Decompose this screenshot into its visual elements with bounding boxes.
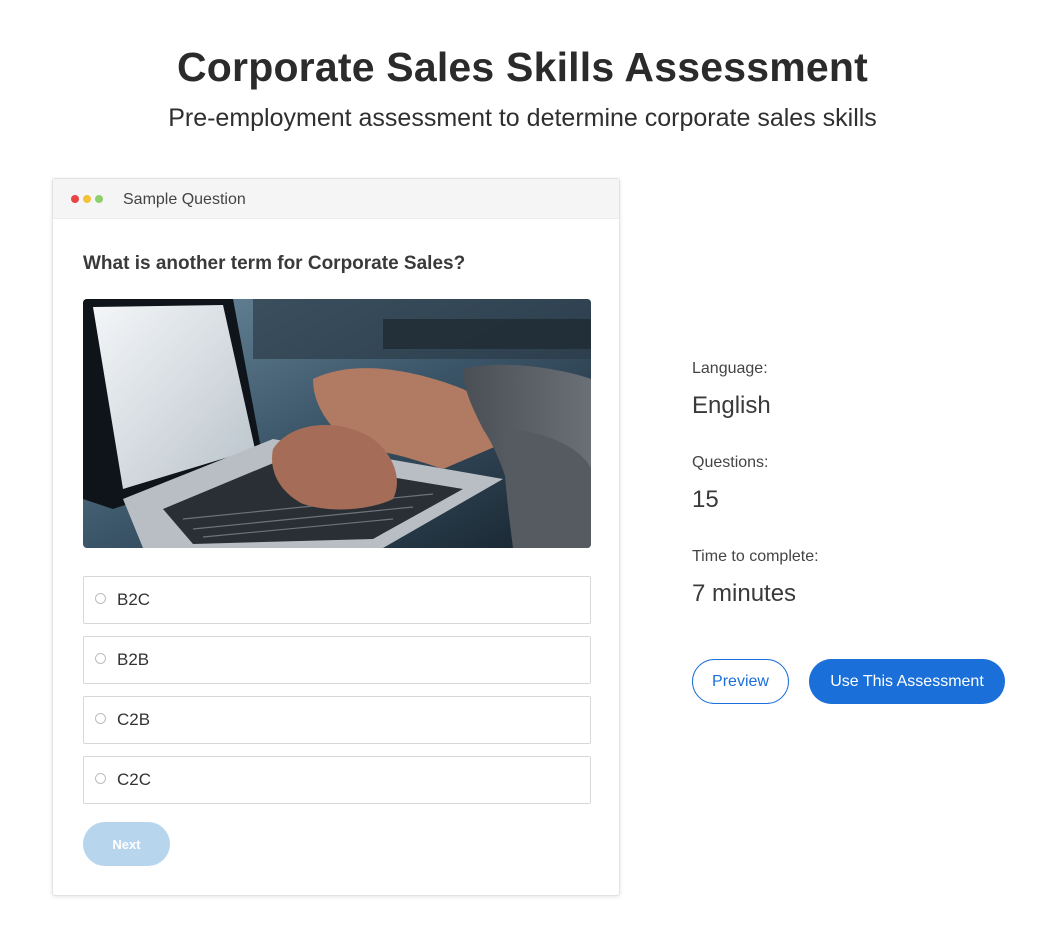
questions-label: Questions: — [692, 454, 769, 471]
questions-value: 15 — [692, 486, 719, 513]
answer-option-label: C2B — [117, 710, 151, 729]
radio-icon[interactable] — [95, 713, 106, 724]
next-button[interactable]: Next — [83, 822, 170, 866]
radio-icon[interactable] — [95, 773, 106, 784]
answer-option-b2c[interactable]: B2C — [83, 576, 591, 624]
window-dot-yellow-icon — [83, 195, 91, 203]
preview-button[interactable]: Preview — [692, 659, 789, 704]
laptop-typing-image — [83, 299, 591, 548]
page-subtitle: Pre-employment assessment to determine c… — [168, 104, 877, 132]
window-dot-green-icon — [95, 195, 103, 203]
window-dot-red-icon — [71, 195, 79, 203]
answer-option-label: C2C — [117, 770, 152, 789]
radio-icon[interactable] — [95, 653, 106, 664]
answer-option-label: B2C — [117, 590, 151, 609]
language-label: Language: — [692, 360, 768, 377]
question-text: What is another term for Corporate Sales… — [83, 253, 466, 274]
time-value: 7 minutes — [692, 580, 797, 607]
answer-option-label: B2B — [117, 650, 150, 669]
answer-option-c2c[interactable]: C2C — [83, 756, 591, 804]
answer-option-b2b[interactable]: B2B — [83, 636, 591, 684]
card-header: Sample Question — [53, 179, 619, 219]
radio-icon[interactable] — [95, 593, 106, 604]
card-header-title: Sample Question — [123, 191, 246, 208]
sample-question-card: Sample Question What is another term for… — [52, 178, 620, 896]
time-label: Time to complete: — [692, 548, 819, 565]
page-title: Corporate Sales Skills Assessment — [176, 44, 868, 90]
use-assessment-button[interactable]: Use This Assessment — [809, 659, 1005, 704]
language-value: English — [692, 392, 771, 419]
answer-option-c2b[interactable]: C2B — [83, 696, 591, 744]
